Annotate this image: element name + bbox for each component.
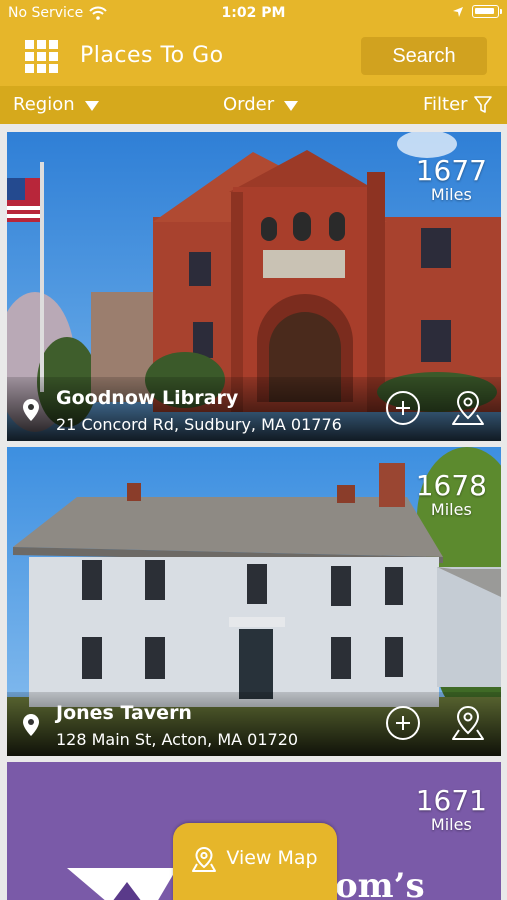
distance-value: 1671 bbox=[415, 784, 487, 817]
plus-circle-icon[interactable] bbox=[386, 391, 420, 425]
distance-badge: 1677 Miles bbox=[416, 156, 487, 204]
distance-value: 1677 bbox=[415, 154, 487, 187]
page-title: Places To Go bbox=[80, 43, 224, 68]
battery-icon bbox=[472, 5, 502, 18]
place-card[interactable]: 1678 Miles Jones Tavern 128 Main St, Act… bbox=[7, 447, 501, 756]
distance-unit: Miles bbox=[430, 500, 472, 519]
distance-badge: 1678 Miles bbox=[416, 471, 487, 519]
distance-badge: 1671 Miles bbox=[416, 786, 487, 834]
status-time: 1:02 PM bbox=[221, 5, 286, 21]
nav-bar: Places To Go Search bbox=[0, 28, 507, 86]
location-pin-icon bbox=[23, 714, 39, 736]
filter-funnel-icon bbox=[473, 95, 492, 113]
chevron-down-icon bbox=[284, 100, 299, 111]
region-label: Region bbox=[13, 94, 75, 115]
plus-circle-icon[interactable] bbox=[386, 706, 420, 740]
place-name: Jones Tavern bbox=[56, 702, 192, 724]
location-pin-icon bbox=[23, 399, 39, 421]
card-footer: Goodnow Library 21 Concord Rd, Sudbury, … bbox=[7, 377, 501, 441]
place-name: Goodnow Library bbox=[56, 387, 239, 409]
place-card[interactable]: 1677 Miles Goodnow Library 21 Concord Rd… bbox=[7, 132, 501, 441]
map-pin-icon bbox=[192, 847, 217, 872]
distance-value: 1678 bbox=[415, 469, 487, 502]
filter-button[interactable]: Filter bbox=[423, 94, 492, 115]
place-address: 128 Main St, Acton, MA 01720 bbox=[56, 730, 299, 749]
grid-icon[interactable] bbox=[25, 40, 61, 74]
order-label: Order bbox=[223, 94, 275, 115]
banner-text: om’s bbox=[335, 866, 425, 900]
search-button[interactable]: Search bbox=[361, 37, 487, 75]
region-dropdown[interactable]: Region bbox=[13, 94, 99, 115]
filter-bar: Region Order Filter bbox=[0, 86, 507, 124]
order-dropdown[interactable]: Order bbox=[223, 94, 299, 115]
filter-label: Filter bbox=[423, 94, 468, 115]
map-pin-icon[interactable] bbox=[451, 704, 485, 742]
place-address: 21 Concord Rd, Sudbury, MA 01776 bbox=[56, 415, 342, 434]
card-footer: Jones Tavern 128 Main St, Acton, MA 0172… bbox=[7, 692, 501, 756]
location-arrow-icon bbox=[453, 6, 463, 17]
distance-unit: Miles bbox=[430, 815, 472, 834]
distance-unit: Miles bbox=[430, 185, 472, 204]
view-map-label: View Map bbox=[226, 847, 318, 869]
view-map-button[interactable]: View Map bbox=[173, 823, 337, 900]
chevron-down-icon bbox=[84, 100, 99, 111]
map-pin-icon[interactable] bbox=[451, 389, 485, 427]
status-bar: No Service 1:02 PM bbox=[0, 0, 507, 28]
